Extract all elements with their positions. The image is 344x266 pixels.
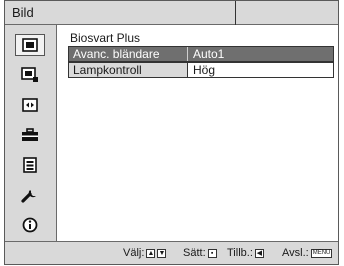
- status-bar: Välj: ▲ ▼ Sätt: ▪ Tillb.: ◀ Avsl.: MENU: [5, 241, 338, 264]
- screen-icon: [22, 98, 38, 112]
- enter-key-icon: ▪: [207, 248, 217, 258]
- setting-row-advanced-iris[interactable]: Avanc. bländare Auto1: [68, 46, 334, 62]
- hint-set: Sätt: ▪: [183, 247, 217, 259]
- setup-toolbox-icon: [22, 128, 38, 141]
- setting-value: Hög: [187, 63, 333, 77]
- section-title: Biosvart Plus: [70, 31, 141, 45]
- up-arrow-key-icon: ▲: [146, 248, 156, 258]
- information-icon: [22, 217, 38, 233]
- sidebar-item-installation[interactable]: [15, 184, 45, 206]
- sidebar-item-screen[interactable]: [15, 94, 45, 116]
- sidebar-item-information[interactable]: [15, 214, 45, 236]
- setting-row-lamp-control[interactable]: Lampkontroll Hög: [68, 62, 334, 78]
- hint-select: Välj: ▲ ▼: [123, 247, 167, 259]
- wrench-icon: [21, 190, 36, 203]
- menu-window: Bild Biosvart Plus Avanc. bländare Auto1…: [4, 0, 339, 265]
- sidebar-item-picture[interactable]: [15, 34, 45, 56]
- left-arrow-key-icon: ◀: [254, 248, 264, 258]
- menu-key-icon: MENU: [310, 248, 333, 258]
- menu-list-icon: [23, 157, 37, 173]
- sidebar-item-advanced-picture[interactable]: [15, 64, 45, 86]
- setting-value: Auto1: [187, 47, 333, 61]
- hint-set-label: Sätt:: [183, 247, 206, 259]
- picture-icon: [22, 38, 38, 52]
- sidebar-item-menu-settings[interactable]: [15, 154, 45, 176]
- title-bar: Bild: [5, 1, 338, 25]
- down-arrow-key-icon: ▼: [157, 248, 167, 258]
- hint-select-label: Välj:: [123, 247, 145, 259]
- window-title: Bild: [12, 5, 34, 20]
- sidebar-item-setup[interactable]: [15, 124, 45, 146]
- hint-exit-label: Avsl.:: [282, 247, 309, 259]
- hint-exit: Avsl.: MENU: [282, 247, 333, 259]
- settings-panel: Biosvart Plus Avanc. bländare Auto1 Lamp…: [57, 25, 338, 242]
- hint-back: Tillb.: ◀: [227, 247, 264, 259]
- hint-back-label: Tillb.:: [227, 247, 253, 259]
- advanced-picture-icon: [21, 67, 38, 82]
- setting-label: Lampkontroll: [69, 63, 187, 77]
- setting-label: Avanc. bländare: [73, 47, 160, 61]
- top-indicator-line: [235, 1, 236, 25]
- sidebar: [5, 25, 57, 242]
